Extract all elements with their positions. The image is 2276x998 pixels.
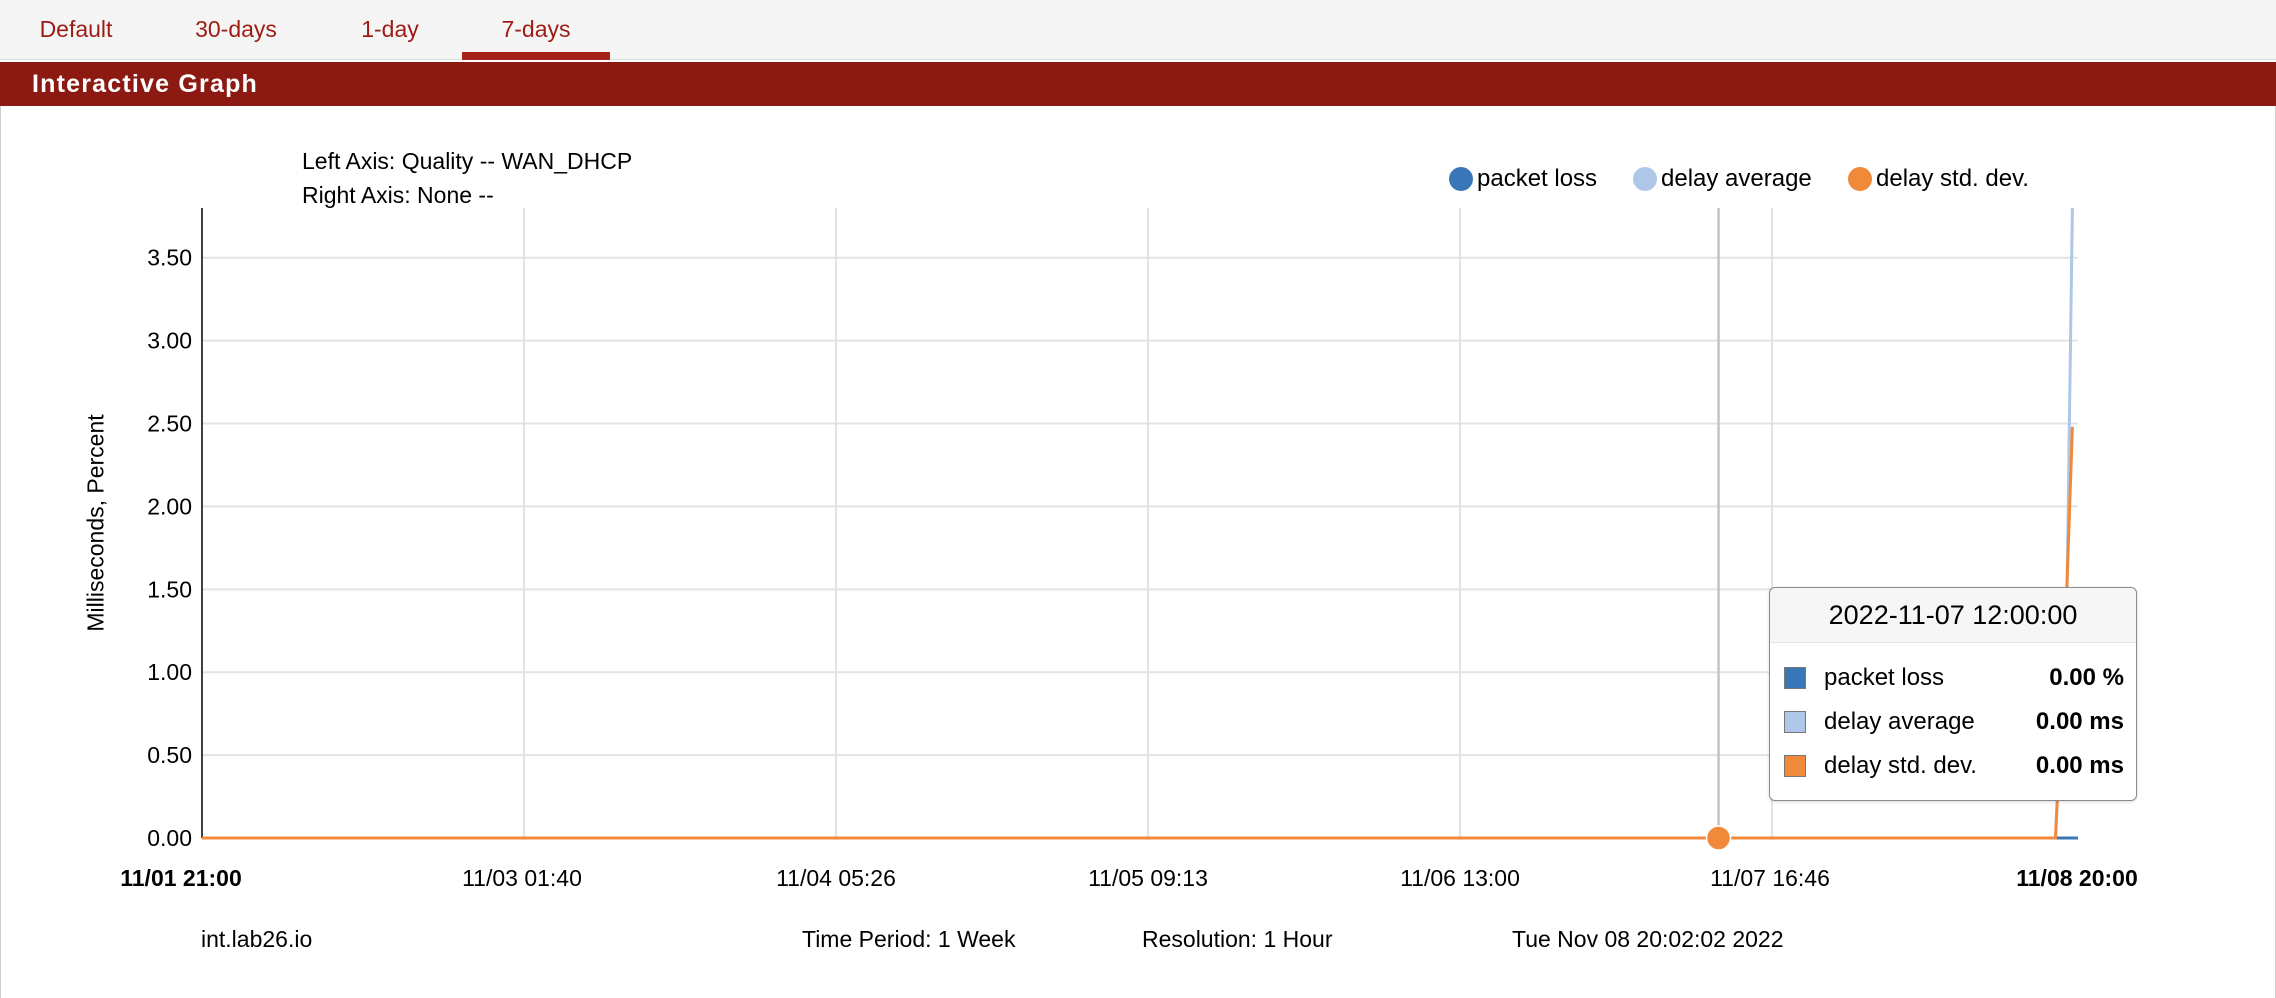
tooltip-row-packet-loss: packet loss 0.00 % [1784,658,2124,698]
y-tick-label: 0.50 [147,742,192,768]
hover-tooltip: 2022-11-07 12:00:00 packet loss 0.00 % d… [1769,587,2137,801]
y-tick-label: 3.00 [147,328,192,354]
footer-resolution: Resolution: 1 Hour [1142,926,1333,952]
tooltip-title: 2022-11-07 12:00:00 [1770,588,2136,643]
tooltip-value: 0.00 ms [2035,708,2124,735]
x-tick-label: 11/03 01:40 [462,865,582,891]
tooltip-swatch-delay-std-dev [1784,755,1806,777]
x-tick-label: 11/08 20:00 [2016,865,2138,891]
chart-plot[interactable]: 0.00 0.50 1.00 1.50 2.00 2.50 3.00 3.50 11/01 2… [0,0,2276,998]
footer-timestamp: Tue Nov 08 20:02:02 2022 [1512,926,1784,952]
y-tick-label: 0.00 [147,825,192,851]
hover-point-marker [1705,825,1732,851]
y-tick-label: 1.50 [147,576,192,602]
y-tick-label: 2.00 [147,493,192,519]
y-tick-label: 3.50 [147,245,192,271]
y-tick-label: 1.00 [147,659,192,685]
tooltip-row-delay-std-dev: delay std. dev. 0.00 ms [1784,746,2124,786]
tooltip-swatch-delay-average [1784,711,1806,733]
x-tick-label: 11/04 05:26 [776,865,896,891]
x-tick-label: 11/06 13:00 [1400,865,1520,891]
tooltip-name: delay std. dev. [1824,752,1977,779]
tooltip-name: delay average [1824,708,1975,735]
tooltip-name: packet loss [1824,664,1945,691]
tooltip-swatch-packet-loss [1784,667,1806,689]
y-tick-label: 2.50 [147,411,192,437]
footer-time-period: Time Period: 1 Week [802,926,1016,952]
tooltip-row-delay-average: delay average 0.00 ms [1784,702,2124,742]
x-tick-label: 11/07 16:46 [1710,865,1830,891]
footer-host: int.lab26.io [201,926,313,952]
x-tick-label: 11/05 09:13 [1088,865,1208,891]
tooltip-value: 0.00 % [2049,664,2124,691]
tooltip-value: 0.00 ms [2035,752,2124,779]
x-tick-label: 11/01 21:00 [120,865,242,891]
